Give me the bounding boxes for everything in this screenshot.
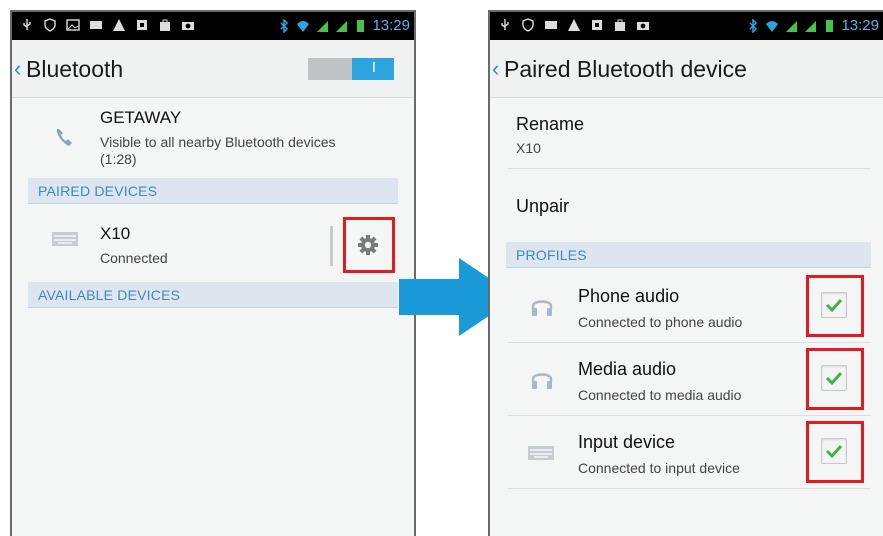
paired-device-status: Connected	[100, 250, 168, 266]
profile-title-phone-audio: Phone audio	[578, 286, 680, 306]
bluetooth-settings-screen: 13:29 ‹ Bluetooth I GETAWAY Visible to a…	[10, 10, 416, 536]
phone-icon	[52, 126, 76, 155]
stop-icon	[590, 18, 604, 32]
phone-audio-checkbox[interactable]	[821, 292, 847, 318]
bluetooth-icon	[746, 18, 760, 33]
available-devices-header: AVAILABLE DEVICES	[28, 282, 398, 308]
status-bar: 13:29	[12, 12, 414, 40]
toggle-on-label: I	[371, 59, 376, 76]
status-bar: 13:29	[490, 12, 883, 40]
status-time: 13:29	[372, 17, 410, 34]
checkmark-icon	[825, 371, 843, 386]
battery-icon	[353, 19, 367, 33]
action-bar: ‹ Paired Bluetooth device	[490, 40, 883, 98]
gear-icon[interactable]	[357, 234, 379, 261]
media-audio-checkbox[interactable]	[821, 365, 847, 391]
camera-icon	[636, 18, 650, 32]
battery-icon	[822, 19, 836, 33]
keyboard-icon	[528, 446, 554, 465]
profile-subtitle-phone-audio: Connected to phone audio	[578, 314, 743, 330]
paired-devices-label: PAIRED DEVICES	[38, 183, 158, 199]
headphones-icon	[530, 367, 554, 396]
signal-icon	[315, 19, 329, 33]
stop-icon	[135, 18, 149, 32]
back-icon[interactable]: ‹	[492, 56, 499, 82]
image-icon	[66, 18, 80, 32]
paired-devices-header: PAIRED DEVICES	[28, 178, 398, 204]
this-device-visibility: Visible to all nearby Bluetooth devices	[100, 134, 336, 150]
shopping-bag-icon	[613, 18, 627, 32]
divider	[508, 168, 871, 169]
keyboard-status-icon	[544, 18, 558, 32]
available-devices-label: AVAILABLE DEVICES	[38, 287, 181, 303]
headphones-icon	[530, 294, 554, 323]
usb-icon	[20, 18, 34, 32]
checkmark-icon	[825, 444, 843, 459]
visibility-timer: (1:28)	[100, 151, 137, 167]
shield-icon	[521, 18, 535, 32]
unpair-label: Unpair	[516, 196, 570, 216]
shopping-bag-icon	[158, 18, 172, 32]
page-title[interactable]: Paired Bluetooth device	[504, 56, 747, 83]
settings-divider	[330, 226, 333, 266]
shield-icon	[43, 18, 57, 32]
bluetooth-toggle[interactable]: I	[308, 58, 394, 80]
signal-icon-2	[334, 19, 348, 33]
wifi-icon	[296, 19, 310, 33]
paired-device-name: X10	[100, 224, 131, 243]
usb-icon	[498, 18, 512, 32]
status-time: 13:29	[841, 17, 879, 34]
wifi-icon	[765, 19, 779, 33]
rename-label: Rename	[516, 114, 585, 134]
checkmark-icon	[825, 298, 843, 313]
unpair-row[interactable]: Unpair	[490, 170, 883, 240]
paired-device-screen: 13:29 ‹ Paired Bluetooth device Rename X…	[488, 10, 883, 536]
keyboard-status-icon	[89, 18, 103, 32]
profiles-label: PROFILES	[516, 247, 587, 263]
back-icon[interactable]: ‹	[14, 56, 21, 82]
keyboard-icon	[52, 232, 78, 251]
profile-title-media-audio: Media audio	[578, 359, 677, 379]
profile-subtitle-media-audio: Connected to media audio	[578, 387, 742, 403]
signal-icon	[784, 19, 798, 33]
profile-subtitle-input-device: Connected to input device	[578, 460, 740, 476]
profile-title-input-device: Input device	[578, 432, 676, 452]
warning-icon	[567, 18, 581, 32]
divider	[508, 488, 871, 489]
input-device-checkbox[interactable]	[821, 438, 847, 464]
this-device-row[interactable]: GETAWAY Visible to all nearby Bluetooth …	[12, 100, 414, 176]
rename-value: X10	[516, 140, 541, 156]
bluetooth-icon	[277, 18, 291, 33]
page-title[interactable]: Bluetooth	[26, 56, 123, 83]
signal-icon-2	[803, 19, 817, 33]
warning-icon	[112, 18, 126, 32]
camera-icon	[181, 18, 195, 32]
profiles-header: PROFILES	[506, 242, 871, 268]
this-device-name: GETAWAY	[100, 108, 182, 127]
action-bar: ‹ Bluetooth I	[12, 40, 414, 98]
rename-row[interactable]: Rename X10	[490, 100, 883, 168]
